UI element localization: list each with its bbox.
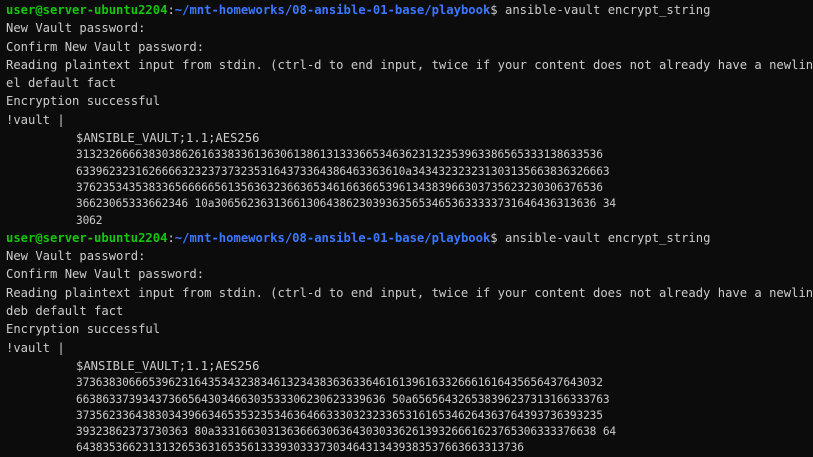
vault-hex-line: 6438353662313132653631653561333930333730…	[76, 441, 524, 455]
prompt-line: user@server-ubuntu2204:~/mnt-homeworks/0…	[6, 229, 813, 247]
vault-hex-line: 3736383066653962316435343238346132343836…	[76, 376, 603, 390]
vault-hex-line: 6339623231626666323237373235316437336438…	[76, 164, 610, 178]
vault-header: $ANSIBLE_VAULT;1.1;AES256	[76, 131, 260, 146]
output-line: New Vault password:	[6, 21, 146, 36]
output-line: deb default fact	[6, 304, 124, 319]
vault-hex-line: 3062	[76, 213, 103, 227]
terminal-window[interactable]: user@server-ubuntu2204:~/mnt-homeworks/0…	[0, 0, 813, 457]
output-line: New Vault password:	[6, 249, 146, 264]
output-line: el default fact	[6, 76, 117, 91]
vault-hex-line: 36623065333662346 10a3065623631366130643…	[76, 197, 617, 211]
output-line: Encryption successful	[6, 322, 161, 337]
prompt-userhost: user@server-ubuntu2204	[6, 230, 168, 245]
prompt-command: ansible-vault encrypt_string	[497, 3, 711, 17]
vault-hex-line: 3132326666383038626163383361363061386131…	[76, 148, 603, 162]
prompt-userhost: user@server-ubuntu2204	[6, 3, 168, 17]
prompt-line: user@server-ubuntu2204:~/mnt-homeworks/0…	[6, 1, 813, 19]
prompt-separator: :	[167, 230, 175, 245]
vault-hex-line: 39323862373730363 80a3331663031363666306…	[76, 425, 617, 439]
prompt-command: ansible-vault encrypt_string	[497, 230, 711, 245]
output-line: !vault |	[6, 112, 65, 127]
output-line: Confirm New Vault password:	[6, 267, 205, 282]
vault-hex-line: 3762353435383365666665613563632366365346…	[76, 180, 603, 194]
output-line: Encryption successful	[6, 94, 161, 109]
vault-header: $ANSIBLE_VAULT;1.1;AES256	[76, 358, 260, 373]
output-line: Reading plaintext input from stdin. (ctr…	[6, 285, 813, 300]
prompt-separator: :	[167, 3, 175, 17]
output-line: !vault |	[6, 340, 65, 355]
vault-hex-line: 3735623364383034396634653532353463646633…	[76, 408, 603, 422]
output-line: Reading plaintext input from stdin. (ctr…	[6, 57, 813, 72]
vault-hex-line: 6638633739343736656430346630353330623062…	[76, 392, 610, 406]
prompt-symbol: $	[490, 230, 498, 245]
prompt-path: ~/mnt-homeworks/08-ansible-01-base/playb…	[174, 3, 491, 17]
prompt-path: ~/mnt-homeworks/08-ansible-01-base/playb…	[174, 230, 491, 245]
prompt-symbol: $	[490, 3, 498, 17]
output-line: Confirm New Vault password:	[6, 39, 205, 54]
